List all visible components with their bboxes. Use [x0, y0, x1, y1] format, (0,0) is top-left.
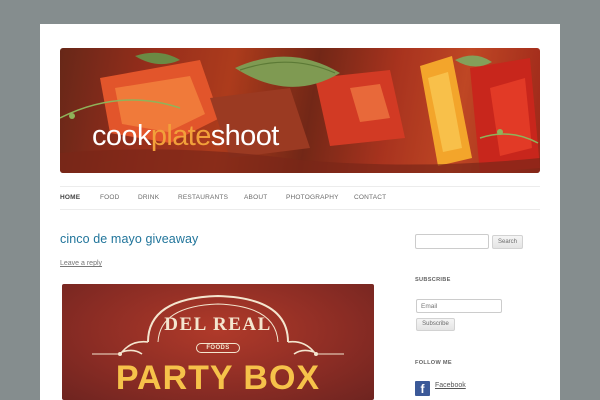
- nav-item-home[interactable]: HOME: [60, 194, 80, 201]
- email-field[interactable]: [416, 299, 502, 313]
- facebook-link[interactable]: Facebook: [435, 382, 466, 389]
- logo-part-plate: plate: [150, 120, 211, 152]
- site-logo[interactable]: cookplateshoot: [92, 120, 279, 153]
- party-box-headline: PARTY BOX: [115, 359, 321, 397]
- search-input[interactable]: [415, 234, 489, 249]
- nav-item-about[interactable]: ABOUT: [244, 194, 267, 201]
- nav-item-contact[interactable]: CONTACT: [354, 194, 386, 201]
- subscribe-button[interactable]: Subscribe: [416, 318, 455, 331]
- nav-item-food[interactable]: FOOD: [100, 194, 120, 201]
- facebook-icon[interactable]: f: [415, 381, 430, 396]
- subscribe-widget-title: SUBSCRIBE: [415, 277, 451, 283]
- main-nav: HOME FOOD DRINK RESTAURANTS ABOUT PHOTOG…: [60, 186, 540, 210]
- logo-part-shoot: shoot: [210, 120, 280, 152]
- page-container: cookplateshoot HOME FOOD DRINK RESTAURAN…: [40, 24, 560, 400]
- brand-name: DEL REAL: [164, 314, 272, 335]
- nav-item-restaurants[interactable]: RESTAURANTS: [178, 194, 228, 201]
- banner-food-photo: [60, 48, 540, 173]
- nav-item-photography[interactable]: PHOTOGRAPHY: [286, 194, 339, 201]
- search-button[interactable]: Search: [492, 235, 523, 249]
- post-title[interactable]: cinco de mayo giveaway: [60, 232, 198, 246]
- logo-part-cook: cook: [92, 120, 151, 152]
- leave-reply-link[interactable]: Leave a reply: [60, 260, 102, 267]
- post-image[interactable]: DEL REAL FOODS PARTY BOX: [62, 284, 374, 400]
- follow-widget-title: FOLLOW ME: [415, 360, 452, 366]
- brand-sub-label: FOODS: [196, 343, 240, 353]
- header-banner[interactable]: cookplateshoot: [60, 48, 540, 173]
- nav-item-drink[interactable]: DRINK: [138, 194, 159, 201]
